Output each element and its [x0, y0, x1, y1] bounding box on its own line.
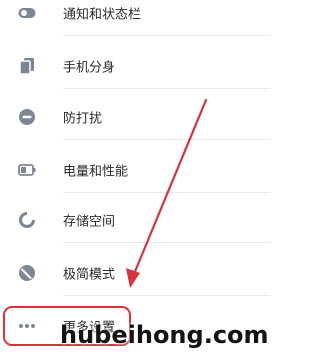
- minimal-mode-icon: [17, 263, 37, 283]
- settings-item-storage[interactable]: 存储空间: [0, 197, 270, 243]
- divider: [63, 139, 270, 140]
- divider: [63, 192, 270, 193]
- toggle-icon: [17, 3, 37, 23]
- divider: [63, 295, 270, 296]
- settings-item-do-not-disturb[interactable]: 防打扰: [0, 94, 270, 140]
- settings-item-notifications[interactable]: 通知和状态栏: [0, 0, 270, 36]
- settings-item-label: 存储空间: [63, 214, 116, 230]
- divider: [63, 35, 270, 36]
- settings-item-label: 通知和状态栏: [63, 7, 142, 23]
- battery-icon: [17, 160, 37, 180]
- settings-item-phone-clone[interactable]: 手机分身: [0, 43, 270, 89]
- divider: [63, 88, 270, 89]
- storage-icon: [17, 210, 37, 230]
- do-not-disturb-icon: [17, 107, 37, 127]
- settings-item-label: 防打扰: [63, 111, 103, 127]
- settings-item-label: 极简模式: [63, 267, 116, 283]
- settings-item-label: 手机分身: [63, 60, 116, 76]
- watermark: hubeihong.com: [60, 321, 269, 349]
- settings-item-label: 电量和性能: [63, 164, 129, 180]
- phone-clone-icon: [17, 56, 37, 76]
- settings-item-minimal-mode[interactable]: 极简模式: [0, 250, 270, 296]
- divider: [63, 242, 270, 243]
- settings-item-battery-performance[interactable]: 电量和性能: [0, 147, 270, 193]
